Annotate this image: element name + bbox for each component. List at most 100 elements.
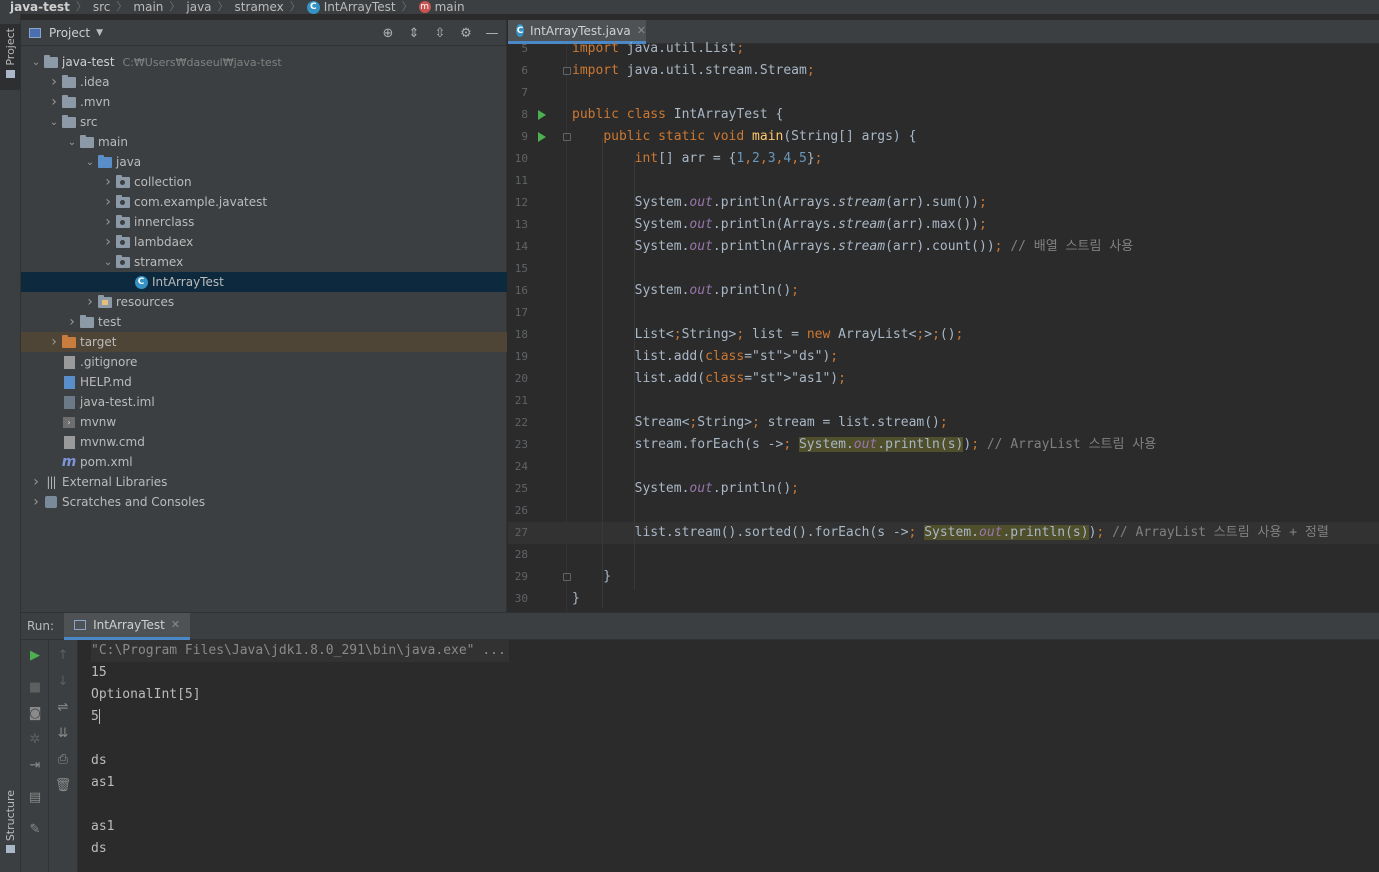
tree-item[interactable]: ⌄ src [21, 112, 507, 132]
tree-item[interactable]: › .mvn [21, 92, 507, 112]
settings-icon[interactable]: ✲ [21, 732, 49, 752]
code-line[interactable]: 16 System.out.println(); [508, 280, 1379, 302]
breadcrumb-item[interactable]: java-test [10, 0, 70, 14]
tree-item[interactable]: java-test.iml [21, 392, 507, 412]
tree-item[interactable]: › target [21, 332, 507, 352]
chevron-down-icon[interactable]: ⌄ [101, 257, 115, 268]
code-line[interactable]: 22 Stream<;String>; stream = list.stream… [508, 412, 1379, 434]
breadcrumb-item[interactable]: stramex [235, 0, 284, 14]
trash-icon[interactable]: 🗑 [49, 778, 77, 798]
code-line[interactable]: 30} [508, 588, 1379, 610]
tree-item[interactable]: › ||| External Libraries [21, 472, 507, 492]
run-tab-intarraytest[interactable]: IntArrayTest ✕ [64, 612, 191, 640]
hide-panel-icon[interactable]: — [484, 26, 500, 41]
run-gutter-icon[interactable] [538, 110, 546, 120]
chevron-down-icon[interactable]: ⌄ [65, 137, 79, 148]
gear-icon[interactable]: ⚙ [458, 26, 474, 41]
chevron-down-icon[interactable]: ⌄ [83, 157, 97, 168]
code-line[interactable]: 8 public class IntArrayTest { [508, 104, 1379, 126]
code-line[interactable]: 28 [508, 544, 1379, 566]
chevron-right-icon[interactable]: › [47, 334, 61, 350]
close-icon[interactable]: ✕ [637, 24, 646, 37]
tree-item[interactable]: m pom.xml [21, 452, 507, 472]
code-line[interactable]: 23 stream.forEach(s ->; System.out.print… [508, 434, 1379, 456]
arrow-down-icon[interactable]: ↓ [49, 674, 77, 694]
tree-item[interactable]: ⌄ java [21, 152, 507, 172]
code-line[interactable]: 21 [508, 390, 1379, 412]
chevron-right-icon[interactable]: › [101, 214, 115, 230]
code-area[interactable]: 5 import java.util.List; 6 import java.util… [508, 41, 1379, 612]
chevron-right-icon[interactable]: › [65, 314, 79, 330]
fold-marker-icon[interactable] [563, 67, 571, 75]
run-gutter-icon[interactable] [538, 132, 546, 142]
tree-item[interactable]: HELP.md [21, 372, 507, 392]
code-line[interactable]: 25 System.out.println(); [508, 478, 1379, 500]
arrow-up-icon[interactable]: ↑ [49, 648, 77, 668]
code-line[interactable]: 24 [508, 456, 1379, 478]
code-line[interactable]: 6 import java.util.stream.Stream; [508, 60, 1379, 82]
code-line[interactable]: 20 list.add(class="st">"as1"); [508, 368, 1379, 390]
scroll-to-end-icon[interactable]: ⇊ [49, 726, 77, 746]
project-tool-window-tab[interactable]: Project [0, 24, 21, 90]
code-line[interactable]: 19 list.add(class="st">"ds"); [508, 346, 1379, 368]
print-icon[interactable]: ⎙ [49, 752, 77, 772]
chevron-right-icon[interactable]: › [29, 474, 43, 490]
tree-item[interactable]: ⌄ main [21, 132, 507, 152]
code-line[interactable]: 14 System.out.println(Arrays.stream(arr)… [508, 236, 1379, 258]
code-line[interactable]: 10 int[] arr = {1,2,3,4,5}; [508, 148, 1379, 170]
pin-icon[interactable]: ✎ [21, 822, 49, 842]
code-line[interactable]: 12 System.out.println(Arrays.stream(arr)… [508, 192, 1379, 214]
breadcrumb-item[interactable]: java [186, 0, 211, 14]
project-view-selector[interactable]: Project [49, 26, 90, 40]
locate-file-icon[interactable]: ⊕ [380, 26, 396, 41]
tree-item[interactable]: › Scratches and Consoles [21, 492, 507, 512]
tree-item[interactable]: ⌄ java-test C:₩Users₩daseul₩java-test [21, 52, 507, 72]
code-line[interactable]: 15 [508, 258, 1379, 280]
tree-item[interactable]: ⌄ stramex [21, 252, 507, 272]
chevron-down-icon[interactable]: ⌄ [47, 117, 61, 128]
console-output[interactable]: "C:\Program Files\Java\jdk1.8.0_291\bin\… [91, 640, 1371, 872]
breadcrumb-item[interactable]: src [93, 0, 111, 14]
code-line[interactable]: 27 list.stream().sorted().forEach(s ->; … [508, 522, 1379, 544]
expand-all-icon[interactable]: ⇕ [406, 26, 422, 41]
chevron-right-icon[interactable]: › [47, 94, 61, 110]
code-line[interactable]: 5 import java.util.List; [508, 38, 1379, 60]
stop-icon[interactable]: ■ [21, 680, 49, 700]
breadcrumb-item[interactable]: m main [418, 0, 465, 14]
code-line[interactable]: 11 [508, 170, 1379, 192]
fold-marker-icon[interactable] [563, 573, 571, 581]
rerun-icon[interactable]: ▶ [21, 648, 49, 668]
fold-marker-icon[interactable] [563, 133, 571, 141]
collapse-all-icon[interactable]: ⇳ [432, 26, 448, 41]
tree-item[interactable]: C IntArrayTest [21, 272, 507, 292]
code-line[interactable]: 13 System.out.println(Arrays.stream(arr)… [508, 214, 1379, 236]
code-line[interactable]: 18 List<;String>; list = new ArrayList<;… [508, 324, 1379, 346]
chevron-right-icon[interactable]: › [101, 234, 115, 250]
tree-item[interactable]: › innerclass [21, 212, 507, 232]
tree-item[interactable]: › mvnw [21, 412, 507, 432]
chevron-down-icon[interactable]: ⌄ [29, 57, 43, 68]
chevron-right-icon[interactable]: › [83, 294, 97, 310]
chevron-right-icon[interactable]: › [101, 174, 115, 190]
chevron-down-icon[interactable]: ▼ [96, 28, 103, 38]
tree-item[interactable]: › lambdaex [21, 232, 507, 252]
structure-tool-window-tab[interactable]: Structure [0, 790, 21, 858]
code-line[interactable]: 17 [508, 302, 1379, 324]
code-line[interactable]: 7 [508, 82, 1379, 104]
breadcrumb-item[interactable]: C IntArrayTest [306, 0, 396, 14]
camera-icon[interactable]: ◙ [21, 706, 49, 726]
chevron-right-icon[interactable]: › [29, 494, 43, 510]
tree-item[interactable]: › com.example.javatest [21, 192, 507, 212]
tree-item[interactable]: .gitignore [21, 352, 507, 372]
close-icon[interactable]: ✕ [171, 618, 180, 631]
code-line[interactable]: 9 public static void main(String[] args)… [508, 126, 1379, 148]
tree-item[interactable]: › .idea [21, 72, 507, 92]
tree-item[interactable]: mvnw.cmd [21, 432, 507, 452]
breadcrumb-item[interactable]: main [133, 0, 163, 14]
code-line[interactable]: 26 [508, 500, 1379, 522]
tree-item[interactable]: › test [21, 312, 507, 332]
soft-wrap-icon[interactable]: ⇌ [49, 700, 77, 720]
tree-item[interactable]: › resources [21, 292, 507, 312]
layout-icon[interactable]: ▤ [21, 790, 49, 810]
tree-item[interactable]: › collection [21, 172, 507, 192]
